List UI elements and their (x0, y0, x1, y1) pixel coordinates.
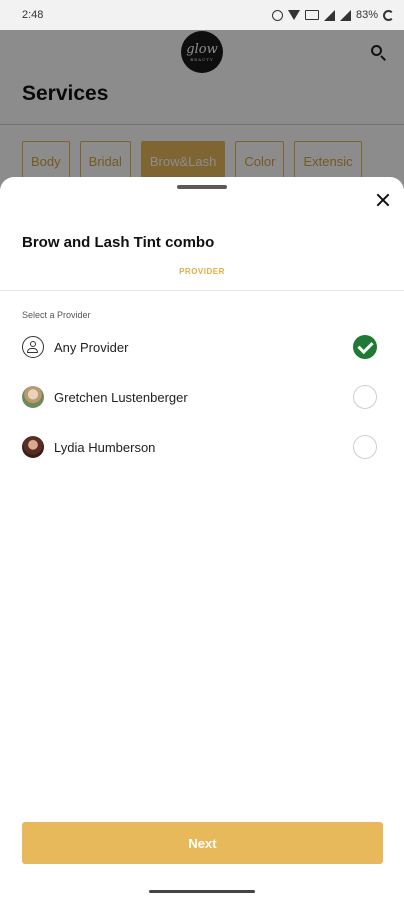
sheet-divider (0, 290, 404, 291)
wifi-icon (287, 10, 300, 20)
provider-row-lydia[interactable]: Lydia Humberson (0, 427, 404, 467)
status-bar: 2:48 83% (0, 0, 404, 30)
provider-bottom-sheet: Brow and Lash Tint combo PROVIDER Select… (0, 177, 404, 900)
signal-icon (323, 9, 335, 21)
status-icons: 83% (271, 9, 394, 21)
avatar (22, 386, 44, 408)
sheet-drag-handle[interactable] (177, 185, 227, 189)
person-head (30, 341, 36, 347)
section-label: Select a Provider (22, 310, 91, 320)
avatar (22, 436, 44, 458)
provider-row-gretchen[interactable]: Gretchen Lustenberger (0, 377, 404, 417)
battery-percent: 83% (355, 9, 378, 21)
radio-button[interactable] (353, 385, 377, 409)
next-button[interactable]: Next (22, 822, 383, 864)
provider-name: Lydia Humberson (54, 440, 156, 455)
check-icon[interactable] (353, 335, 377, 359)
person-icon (22, 336, 44, 358)
provider-row-any[interactable]: Any Provider (0, 327, 404, 367)
close-icon[interactable] (372, 189, 394, 211)
status-time: 2:48 (22, 9, 44, 21)
step-label: PROVIDER (179, 267, 225, 276)
service-title: Brow and Lash Tint combo (22, 234, 215, 251)
home-indicator[interactable] (149, 890, 255, 893)
radio-button[interactable] (353, 435, 377, 459)
alarm-icon (271, 9, 283, 21)
signal-icon-2 (339, 9, 351, 21)
person-body (27, 348, 38, 353)
provider-name: Gretchen Lustenberger (54, 390, 188, 405)
battery-icon (383, 9, 394, 21)
data-saver-icon (304, 10, 319, 20)
provider-name: Any Provider (54, 340, 129, 355)
